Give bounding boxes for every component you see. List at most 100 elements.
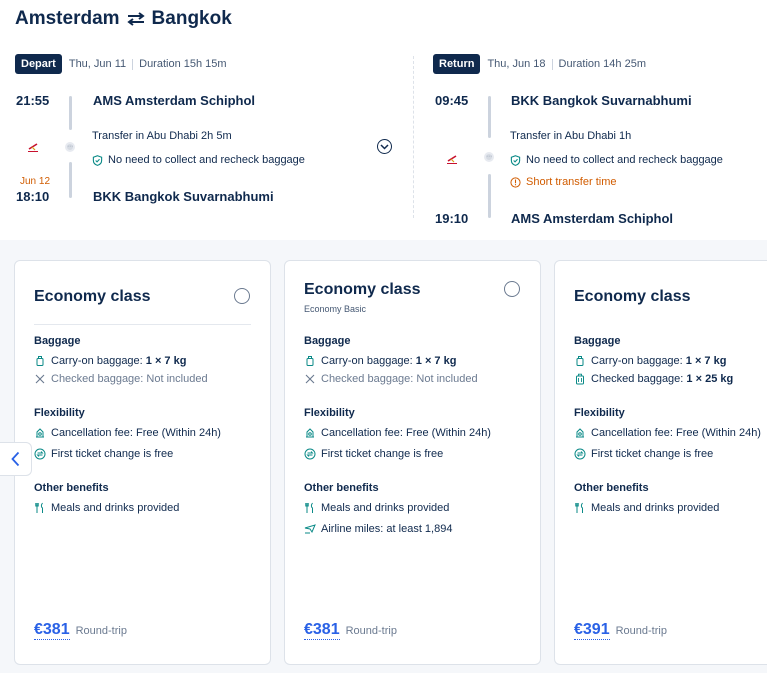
price-amount[interactable]: €391 xyxy=(574,621,610,640)
baggage-heading: Baggage xyxy=(304,335,351,347)
expand-details-button[interactable] xyxy=(377,139,392,154)
depart-badge: Depart xyxy=(15,54,62,74)
meals-text: Meals and drinks provided xyxy=(321,502,450,514)
flexibility-heading: Flexibility xyxy=(304,407,355,419)
carry-on-bag-icon xyxy=(306,356,314,366)
shield-check-icon xyxy=(92,154,103,166)
price-block: €391 Round-trip xyxy=(574,621,667,640)
price-amount[interactable]: €381 xyxy=(34,621,70,640)
meals-icon xyxy=(35,502,43,513)
fare-title: Economy class xyxy=(574,288,691,305)
cancellation-icon xyxy=(306,428,314,438)
other-benefits-heading: Other benefits xyxy=(304,482,379,494)
baggage-heading: Baggage xyxy=(574,335,621,347)
airline-logo-icon xyxy=(447,155,457,164)
cancellation-item: Cancellation fee: Free (Within 24h) xyxy=(574,427,761,439)
change-item: First ticket change is free xyxy=(574,448,713,460)
return-leg: Return Thu, Jun 18 Duration 14h 25m xyxy=(433,54,763,74)
miles-item: Airline miles: at least 1,894 xyxy=(304,523,452,535)
short-transfer-warning: Short transfer time xyxy=(510,176,616,188)
return-arr-airport: AMS Amsterdam Schiphol xyxy=(511,211,674,226)
price-note: Round-trip xyxy=(345,625,397,637)
change-item: First ticket change is free xyxy=(304,448,443,460)
carry-on-value: 1 × 7 kg xyxy=(415,355,457,367)
checked-bag-item: Checked baggage: Not included xyxy=(304,373,478,385)
timeline-line xyxy=(69,162,72,198)
other-benefits-heading: Other benefits xyxy=(574,482,649,494)
fare-title: Economy class xyxy=(34,288,151,305)
meals-item: Meals and drinks provided xyxy=(574,502,719,514)
depart-header: Depart Thu, Jun 11 Duration 15h 15m xyxy=(15,54,395,74)
destination-city: Bangkok xyxy=(151,8,232,29)
fare-card-2[interactable]: Economy class Economy Basic Baggage Carr… xyxy=(284,260,541,665)
return-duration: Duration 14h 25m xyxy=(558,58,646,70)
change-icon xyxy=(34,448,46,460)
depart-transfer: Transfer in Abu Dhabi 2h 5m xyxy=(92,130,232,142)
cancellation-item: Cancellation fee: Free (Within 24h) xyxy=(304,427,491,439)
carry-on-label: Carry-on baggage: xyxy=(591,355,686,367)
checked-bag-value: 1 × 25 kg xyxy=(686,373,734,385)
meals-icon xyxy=(305,502,313,513)
divider xyxy=(132,58,134,70)
fare-radio[interactable] xyxy=(234,288,250,304)
change-icon xyxy=(304,448,316,460)
legs-divider xyxy=(413,56,414,218)
depart-arr-nextday: Jun 12 xyxy=(20,176,51,187)
route-title: Amsterdam Bangkok xyxy=(15,8,232,30)
checked-bag-item: Checked baggage: 1 × 25 kg xyxy=(574,373,733,385)
checked-bag-label: Checked baggage: Not included xyxy=(51,373,208,385)
checked-bag-item: Checked baggage: Not included xyxy=(34,373,208,385)
carry-on-label: Carry-on baggage: xyxy=(321,355,416,367)
checked-bag-label: Checked baggage: xyxy=(591,373,687,385)
carry-on-bag-icon xyxy=(576,356,584,366)
carry-on-label: Carry-on baggage: xyxy=(51,355,146,367)
price-note: Round-trip xyxy=(75,625,127,637)
cancellation-text: Cancellation fee: Free (Within 24h) xyxy=(321,427,491,439)
fare-radio[interactable] xyxy=(504,281,520,297)
return-dep-time: 09:45 xyxy=(435,93,469,108)
chevron-down-icon xyxy=(380,143,389,150)
checked-bag-icon xyxy=(576,373,584,385)
depart-dep-airport: AMS Amsterdam Schiphol xyxy=(93,93,256,108)
price-block: €381 Round-trip xyxy=(34,621,127,640)
return-transfer: Transfer in Abu Dhabi 1h xyxy=(510,130,632,142)
meals-text: Meals and drinks provided xyxy=(51,502,180,514)
cancellation-icon xyxy=(576,428,584,438)
swap-arrows-icon xyxy=(126,12,145,26)
timeline-line xyxy=(69,96,72,130)
timeline-line xyxy=(488,96,491,138)
carry-on-item: Carry-on baggage: 1 × 7 kg xyxy=(304,355,456,367)
change-icon xyxy=(574,448,586,460)
baggage-note-text: No need to collect and recheck baggage xyxy=(526,154,723,166)
fare-title: Economy class xyxy=(304,281,421,298)
fare-card-1[interactable]: Economy class Baggage Carry-on baggage: … xyxy=(14,260,271,665)
return-badge: Return xyxy=(433,54,481,74)
flexibility-heading: Flexibility xyxy=(34,407,85,419)
meals-item: Meals and drinks provided xyxy=(304,502,449,514)
change-text: First ticket change is free xyxy=(51,448,174,460)
fare-card-3[interactable]: Economy class Baggage Carry-on baggage: … xyxy=(554,260,767,665)
timeline-line xyxy=(488,174,491,218)
other-benefits-heading: Other benefits xyxy=(34,482,109,494)
scroll-left-button[interactable] xyxy=(0,442,32,476)
stop-dot-icon: ⋯ xyxy=(65,142,75,152)
change-text: First ticket change is free xyxy=(591,448,714,460)
airline-logo-icon xyxy=(28,143,38,152)
return-arr-time: 19:10 xyxy=(435,211,469,226)
price-amount[interactable]: €381 xyxy=(304,621,340,640)
depart-arr-airport: BKK Bangkok Suvarnabhumi xyxy=(93,189,274,204)
price-block: €381 Round-trip xyxy=(304,621,397,640)
depart-dep-time: 21:55 xyxy=(16,93,50,108)
x-icon xyxy=(35,374,45,384)
cancellation-text: Cancellation fee: Free (Within 24h) xyxy=(591,427,761,439)
divider xyxy=(551,58,553,70)
return-baggage-note: No need to collect and recheck baggage xyxy=(510,154,723,166)
meals-icon xyxy=(575,502,583,513)
shield-check-icon xyxy=(510,154,521,166)
cancellation-item: Cancellation fee: Free (Within 24h) xyxy=(34,427,221,439)
carry-on-bag-icon xyxy=(36,356,44,366)
carry-on-value: 1 × 7 kg xyxy=(685,355,727,367)
chevron-left-icon xyxy=(11,451,20,467)
depart-duration: Duration 15h 15m xyxy=(139,58,227,70)
meals-item: Meals and drinks provided xyxy=(34,502,179,514)
